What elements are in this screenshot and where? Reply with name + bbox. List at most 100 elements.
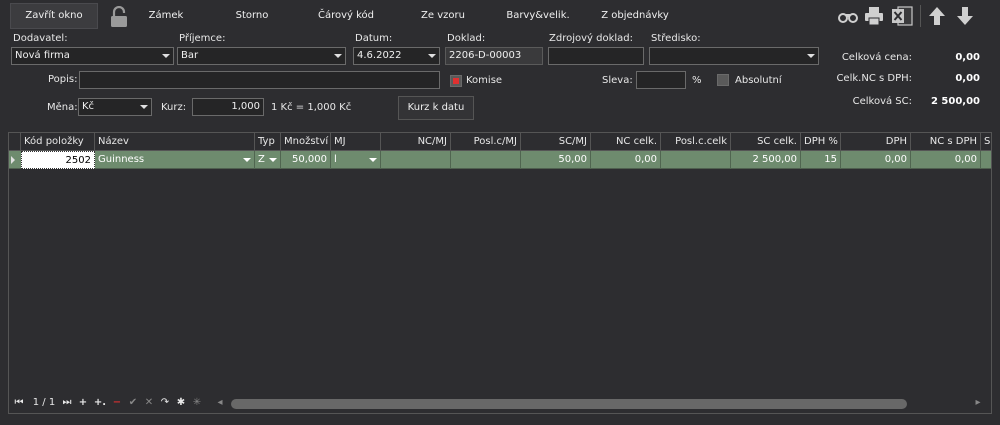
barcode-button[interactable]: Čárový kód	[312, 3, 380, 29]
recipient-label: Příjemce:	[179, 33, 226, 44]
cell-vat[interactable]: 0,00	[841, 151, 911, 169]
col-header-nc-mj[interactable]: NC/MJ	[381, 133, 451, 151]
currency-value: Kč	[82, 101, 95, 112]
currency-select[interactable]: Kč	[78, 98, 152, 116]
total-sc-value: 2 500,00	[930, 96, 980, 107]
description-field[interactable]	[79, 71, 440, 89]
cell-code[interactable]: 2502	[21, 151, 95, 169]
total-price-label: Celková cena:	[841, 52, 912, 63]
table-row[interactable]: 2502 Guinness Z 50,000 l 50,00 0,00 2 50…	[9, 151, 991, 169]
rate-field[interactable]: 1,000	[192, 98, 264, 116]
supplier-label: Dodavatel:	[13, 33, 68, 44]
last-record-icon[interactable]: ⏭	[61, 396, 73, 410]
cell-name[interactable]: Guinness	[95, 151, 255, 169]
scroll-left-icon[interactable]: ◂	[215, 396, 225, 410]
chevron-down-icon	[428, 54, 436, 58]
col-header-name[interactable]: Název	[95, 133, 255, 151]
col-header-last-total[interactable]: Posl.c.celk	[661, 133, 731, 151]
from-order-button[interactable]: Z objednávky	[596, 3, 674, 29]
col-header-sc-total[interactable]: SC celk.	[731, 133, 801, 151]
discount-label: Sleva:	[602, 75, 633, 86]
cell-unit[interactable]: l	[331, 151, 381, 169]
cell-nc-mj[interactable]	[381, 151, 451, 169]
arrow-up-icon[interactable]	[928, 6, 946, 26]
chevron-down-icon	[140, 105, 148, 109]
arrow-down-icon[interactable]	[956, 6, 974, 26]
cell-sc-total[interactable]: 2 500,00	[731, 151, 801, 169]
binoculars-icon[interactable]	[838, 8, 858, 24]
rate-to-date-button[interactable]: Kurz k datu	[398, 96, 474, 120]
from-template-button[interactable]: Ze vzoru	[414, 3, 472, 29]
print-icon[interactable]	[864, 6, 884, 26]
supplier-select[interactable]: Nová firma	[11, 47, 174, 65]
cancel-edit-icon[interactable]: ✕	[143, 396, 155, 410]
filter-icon[interactable]: ✱	[175, 396, 187, 410]
col-header-qty[interactable]: Množství	[281, 133, 331, 151]
cell-last-total[interactable]	[661, 151, 731, 169]
date-picker[interactable]: 4.6.2022	[353, 47, 440, 65]
chevron-down-icon	[369, 158, 377, 162]
add-record-icon[interactable]: +	[77, 396, 89, 410]
col-header-sc-mj[interactable]: SC/MJ	[521, 133, 591, 151]
recipient-value: Bar	[181, 50, 199, 61]
cell-last-mj[interactable]	[451, 151, 521, 169]
source-document-label: Zdrojový doklad:	[549, 33, 633, 44]
cell-type[interactable]: Z	[255, 151, 281, 169]
unlocked-padlock-icon[interactable]	[109, 6, 129, 28]
discount-field[interactable]	[636, 71, 686, 89]
clear-filter-icon[interactable]: ✳	[191, 396, 203, 410]
record-position: 1 / 1	[32, 397, 56, 408]
col-header-nc-vat[interactable]: NC s DPH	[911, 133, 981, 151]
excel-export-icon[interactable]	[891, 5, 913, 27]
cell-vat-pct[interactable]: 15	[801, 151, 841, 169]
cancel-button[interactable]: Storno	[226, 3, 278, 29]
col-header-vat-pct[interactable]: DPH %	[801, 133, 841, 151]
cell-sc-mj[interactable]: 50,00	[521, 151, 591, 169]
refresh-icon[interactable]: ↷	[159, 396, 171, 410]
chevron-down-icon	[243, 158, 251, 162]
col-header-nc-total[interactable]: NC celk.	[591, 133, 661, 151]
cell-type-text: Z	[258, 154, 265, 165]
first-record-icon[interactable]: ⏮	[13, 396, 25, 410]
confirm-icon[interactable]: ✔	[127, 396, 139, 410]
horizontal-scrollbar[interactable]	[231, 399, 907, 409]
source-document-field[interactable]	[548, 47, 644, 65]
currency-label: Měna:	[47, 102, 78, 113]
col-header-vat[interactable]: DPH	[841, 133, 911, 151]
rate-info: 1 Kč = 1,000 Kč	[271, 102, 352, 113]
cell-qty[interactable]: 50,000	[281, 151, 331, 169]
lock-button[interactable]: Zámek	[140, 3, 192, 29]
document-field[interactable]: 2206-D-00003	[445, 47, 543, 65]
delete-record-icon[interactable]: −	[111, 396, 123, 410]
col-header-unit[interactable]: MJ	[331, 133, 381, 151]
colors-sizes-button[interactable]: Barvy&velik.	[502, 3, 574, 29]
date-label: Datum:	[355, 33, 393, 44]
insert-record-icon[interactable]: +.	[93, 396, 107, 410]
row-pointer-icon	[11, 156, 15, 164]
total-nc-vat-label: Celk.NC s DPH:	[836, 73, 912, 84]
total-price-value: 0,00	[955, 52, 980, 63]
grid-navigator: ⏮ 1 / 1 ⏭ + +. − ✔ ✕ ↷ ✱ ✳ ◂ ▸	[9, 394, 991, 412]
cell-nc-vat[interactable]: 0,00	[911, 151, 981, 169]
consignment-checkbox[interactable]	[450, 75, 462, 87]
total-nc-vat-value: 0,00	[955, 73, 980, 84]
toolbar: Zavřít okno Zámek Storno Čárový kód Ze v…	[0, 0, 1000, 32]
cell-nc-total[interactable]: 0,00	[591, 151, 661, 169]
absolute-label: Absolutní	[735, 75, 782, 86]
recipient-select[interactable]: Bar	[177, 47, 346, 65]
items-grid: Kód položky Název Typ Množství MJ NC/MJ …	[8, 132, 992, 414]
col-header-last-mj[interactable]: Posl.c/MJ	[451, 133, 521, 151]
document-label: Doklad:	[447, 33, 486, 44]
chevron-down-icon	[162, 54, 170, 58]
scroll-right-icon[interactable]: ▸	[973, 396, 983, 410]
close-window-button[interactable]: Zavřít okno	[10, 3, 98, 29]
col-header-code[interactable]: Kód položky	[21, 133, 95, 151]
consignment-label: Komise	[466, 75, 503, 86]
absolute-checkbox[interactable]	[717, 74, 729, 86]
chevron-down-icon	[334, 54, 342, 58]
rate-label: Kurz:	[161, 102, 187, 113]
header-indicator	[9, 133, 21, 151]
center-select[interactable]	[649, 47, 819, 65]
col-header-type[interactable]: Typ	[255, 133, 281, 151]
col-header-s[interactable]: S	[981, 133, 991, 151]
